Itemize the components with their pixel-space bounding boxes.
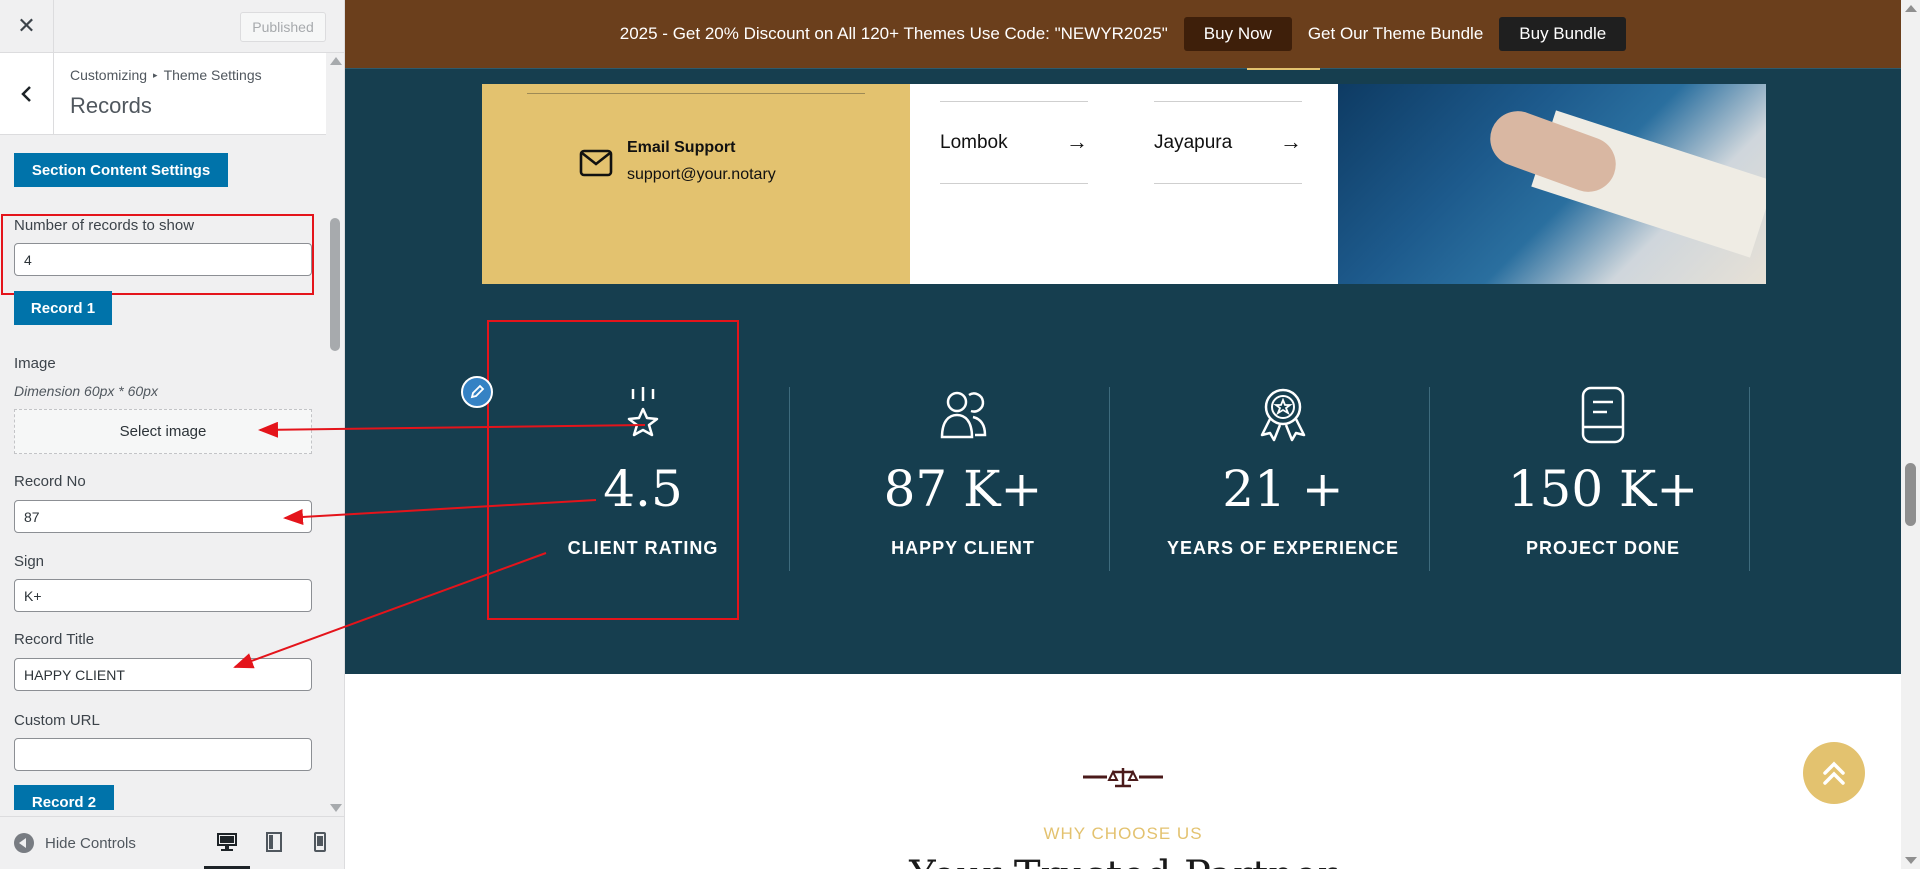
section-heading: Your Trusted Partner [345, 853, 1901, 869]
stat-title: HAPPY CLIENT [891, 538, 1035, 558]
sign-input[interactable]: K+ [14, 579, 312, 612]
select-image-button[interactable]: Select image [14, 409, 312, 454]
image-label: Image [14, 355, 56, 372]
gold-accent-strip [1247, 68, 1320, 70]
stat-item: 21 + YEARS OF EXPERIENCE [1123, 385, 1443, 570]
users-icon [940, 391, 987, 439]
customizer-sidebar: ✕ Published Customizing ▸ Theme Settings R… [0, 0, 345, 869]
breadcrumb-parent: Customizing [70, 67, 148, 83]
image-dimension-desc: Dimension 60px * 60px [14, 383, 158, 399]
record-1-button[interactable]: Record 1 [14, 291, 112, 325]
hide-controls-button[interactable]: Hide Controls [14, 833, 136, 853]
record-2-button[interactable]: Record 2 [14, 785, 114, 810]
scroll-up-icon[interactable] [1905, 5, 1917, 12]
section-header: Customizing ▸ Theme Settings Records [0, 53, 326, 135]
card-underline [527, 93, 865, 94]
stat-title: YEARS OF EXPERIENCE [1166, 538, 1400, 558]
sidebar-footer: Hide Controls [0, 816, 344, 869]
stat-title: PROJECT DONE [1525, 538, 1681, 558]
back-button[interactable] [0, 53, 54, 135]
published-button[interactable]: Published [240, 12, 326, 42]
mobile-preview-icon[interactable] [307, 829, 333, 855]
email-support-value[interactable]: support@your.notary [627, 166, 776, 184]
stat-number: 87 K+ [883, 460, 1043, 518]
double-chevron-up-icon [1823, 761, 1845, 785]
num-records-label: Number of records to show [14, 217, 195, 234]
book-icon [1581, 386, 1625, 444]
record-no-input[interactable]: 87 [14, 500, 312, 533]
cities-card: Lombok → Jayapura → [910, 84, 1338, 284]
scales-divider-icon [1083, 768, 1163, 788]
stat-divider [1109, 387, 1110, 571]
email-card: Email Support support@your.notary [482, 84, 910, 284]
city-name: Lombok [940, 132, 1008, 153]
buy-now-button[interactable]: Buy Now [1183, 17, 1292, 51]
city-link[interactable]: Jayapura → [1154, 101, 1302, 184]
stat-number: 150 K+ [1507, 460, 1699, 518]
section-divider-line [345, 68, 1901, 69]
edit-shortcut-pencil-icon[interactable] [461, 376, 493, 408]
stat-number: 21 + [1222, 460, 1344, 518]
stat-divider [1749, 387, 1750, 571]
envelope-icon [579, 149, 613, 177]
stat-divider [1429, 387, 1430, 571]
office-photo [1338, 84, 1766, 284]
section-content-settings-button[interactable]: Section Content Settings [14, 153, 228, 187]
site-preview: 2025 - Get 20% Discount on All 120+ Them… [345, 0, 1920, 869]
city-link[interactable]: Lombok → [940, 101, 1088, 184]
arrow-right-icon: → [1066, 129, 1088, 154]
preview-scrollbar[interactable] [1901, 0, 1920, 869]
sidebar-scrollbar[interactable] [326, 53, 344, 816]
chevron-left-icon [20, 86, 31, 102]
close-icon[interactable]: ✕ [0, 0, 54, 53]
tablet-preview-icon[interactable] [261, 829, 287, 855]
stat-item: 87 K+ HAPPY CLIENT [803, 385, 1123, 570]
annotation-highlight-box [487, 320, 739, 620]
email-support-title: Email Support [627, 139, 736, 156]
breadcrumb-separator-icon: ▸ [153, 70, 158, 80]
why-choose-us-label: WHY CHOOSE US [1043, 824, 1203, 843]
scroll-down-icon[interactable] [1905, 857, 1917, 864]
section-controls: Section Content Settings Number of recor… [0, 135, 326, 810]
scrollbar-thumb[interactable] [1905, 463, 1916, 526]
collapse-icon [14, 833, 34, 853]
section-title: Records [70, 93, 152, 118]
arrow-right-icon: → [1280, 129, 1302, 154]
sign-label: Sign [14, 553, 45, 570]
stat-item: 150 K+ PROJECT DONE [1443, 385, 1763, 570]
promo-bar: 2025 - Get 20% Discount on All 120+ Them… [345, 0, 1901, 68]
record-no-label: Record No [14, 473, 86, 490]
record-title-label: Record Title [14, 631, 95, 648]
custom-url-input[interactable] [14, 738, 312, 771]
num-records-input[interactable]: 4 [14, 243, 312, 276]
scrollbar-thumb[interactable] [330, 218, 340, 351]
record-title-input[interactable]: HAPPY CLIENT [14, 658, 312, 691]
buy-bundle-button[interactable]: Buy Bundle [1499, 17, 1627, 51]
stat-divider [789, 387, 790, 571]
sidebar-header-bar: ✕ Published [0, 0, 344, 53]
scroll-to-top-button[interactable] [1803, 742, 1865, 804]
breadcrumb: Customizing ▸ Theme Settings [70, 67, 262, 83]
desktop-preview-icon[interactable] [214, 829, 240, 855]
hide-controls-label: Hide Controls [45, 834, 136, 852]
bundle-text: Get Our Theme Bundle [1307, 24, 1484, 43]
scroll-up-icon[interactable] [330, 57, 342, 65]
breadcrumb-child: Theme Settings [163, 67, 262, 83]
city-name: Jayapura [1154, 132, 1233, 153]
custom-url-label: Custom URL [14, 712, 100, 729]
scroll-down-icon[interactable] [330, 804, 342, 812]
promo-text: 2025 - Get 20% Discount on All 120+ Them… [619, 24, 1168, 43]
award-badge-icon [1260, 388, 1306, 442]
